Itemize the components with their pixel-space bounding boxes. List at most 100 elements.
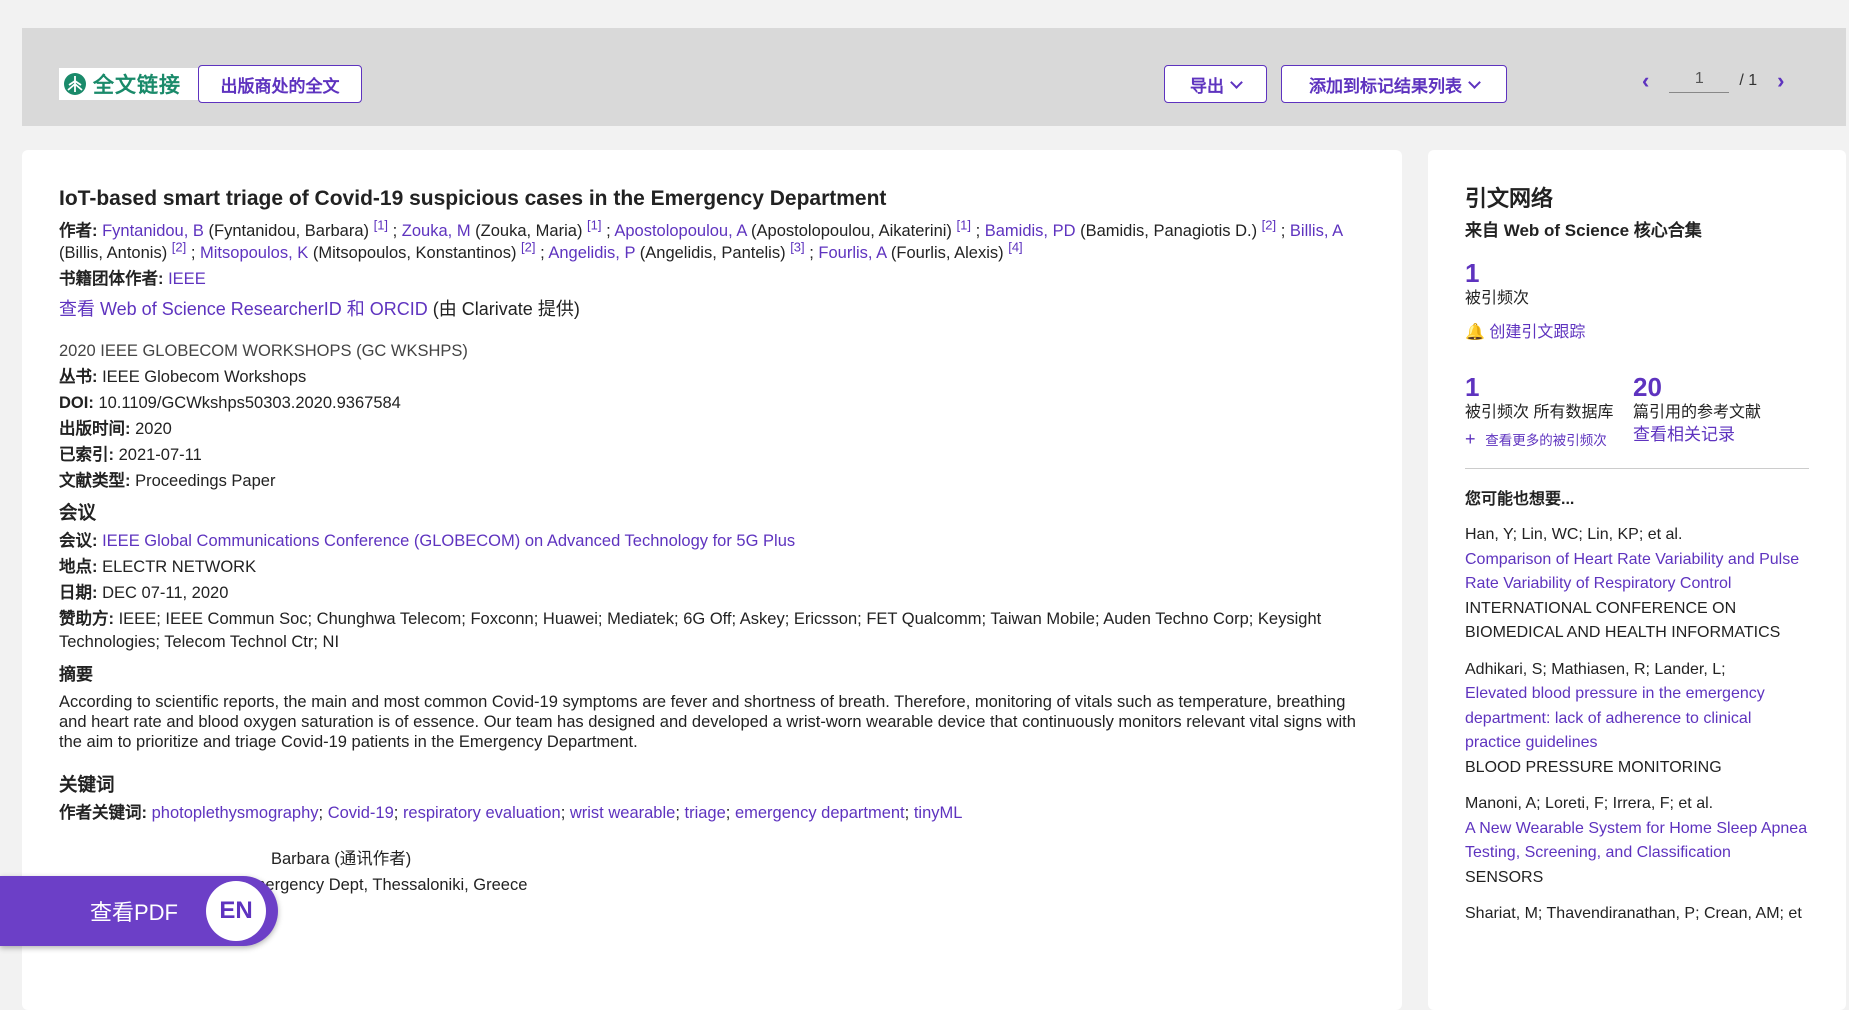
keyword-link[interactable]: triage — [685, 804, 726, 822]
sponsor-label: 赞助方: — [59, 610, 114, 628]
record-source: INTERNATIONAL CONFERENCE ON BIOMEDICAL A… — [1465, 599, 1781, 642]
group-author-row: 书籍团体作者: IEEE — [59, 268, 1369, 290]
next-page-icon[interactable]: › — [1777, 68, 1784, 94]
you-may-also-like-heading: 您可能也想要... — [1465, 491, 1575, 508]
author-full-name: (Bamidis, Panagiotis D.) — [1075, 222, 1262, 240]
author-affiliation-ref[interactable]: [2] — [1262, 218, 1276, 233]
view-pdf-button[interactable]: 查看PDF EN — [0, 876, 278, 946]
record-authors: Adhikari, S; Mathiasen, R; Lander, L; — [1465, 660, 1726, 678]
article-title: IoT-based smart triage of Covid-19 suspi… — [59, 187, 887, 210]
page-total: / 1 — [1739, 72, 1758, 89]
author-full-name: (Billis, Antonis) — [59, 244, 172, 262]
add-to-marked-list-label: 添加到标记结果列表 — [1309, 76, 1462, 96]
author-link[interactable]: Mitsopoulos, K — [195, 244, 308, 262]
separator: ; — [535, 244, 545, 262]
indexed-value: 2021-07-11 — [118, 446, 202, 464]
separator: ; — [1276, 222, 1286, 240]
keyword-link[interactable]: emergency department — [735, 804, 905, 822]
view-more-cited-label: 查看更多的被引频次 — [1485, 433, 1607, 448]
cited-references-count[interactable]: 20 — [1633, 372, 1761, 402]
location-label: 地点: — [59, 558, 98, 576]
author-affiliation-ref[interactable]: [2] — [172, 240, 186, 255]
pagination: ‹ 1 / 1 › — [1642, 68, 1784, 94]
record-authors: Shariat, M; Thavendiranathan, P; Crean, … — [1465, 905, 1802, 922]
record-title-link[interactable]: Comparison of Heart Rate Variability and… — [1465, 548, 1809, 597]
author-link[interactable]: Bamidis, PD — [980, 222, 1076, 240]
author-affiliation-ref[interactable]: [3] — [790, 240, 804, 255]
author-link[interactable]: Fourlis, A — [814, 244, 886, 262]
conference-label: 会议: — [59, 532, 98, 550]
keywords-heading: 关键词 — [59, 774, 115, 795]
location-row: 地点: ELECTR NETWORK — [59, 556, 1369, 578]
fulltext-logo-text: 全文链接 — [93, 74, 181, 97]
authors-row: 作者: Fyntanidou, B (Fyntanidou, Barbara) … — [59, 218, 1369, 264]
export-button[interactable]: 导出 — [1164, 65, 1267, 103]
citation-stats: 1 被引频次 所有数据库 + 查看更多的被引频次 20 篇引用的参考文献 查看相… — [1465, 372, 1809, 452]
separator: ; — [675, 804, 685, 822]
separator: ; — [601, 222, 611, 240]
separator: ; — [560, 804, 570, 822]
group-author-label: 书籍团体作者: — [59, 270, 164, 288]
keywords-list: photoplethysmography; Covid-19; respirat… — [152, 804, 963, 822]
author-link[interactable]: Billis, A — [1285, 222, 1342, 240]
times-cited-label: 被引频次 — [1465, 290, 1530, 307]
researcher-id-note: (由 Clarivate 提供) — [432, 299, 580, 319]
keywords-label: 作者关键词: — [59, 804, 147, 822]
all-db-cited-count[interactable]: 1 — [1465, 372, 1633, 402]
date-row: 日期: DEC 07-11, 2020 — [59, 582, 1369, 604]
record-title-link[interactable]: Elevated blood pressure in the emergency… — [1465, 682, 1809, 756]
language-toggle-button[interactable]: EN — [206, 881, 266, 941]
keyword-link[interactable]: Covid-19 — [328, 804, 394, 822]
recommended-record: Han, Y; Lin, WC; Lin, KP; et al. Comparis… — [1465, 523, 1809, 646]
record-authors: Manoni, A; Loreti, F; Irrera, F; et al. — [1465, 795, 1714, 812]
create-citation-alert[interactable]: 🔔 创建引文跟踪 — [1465, 322, 1809, 344]
view-related-records-link[interactable]: 查看相关记录 — [1633, 425, 1735, 444]
record-source: BLOOD PRESSURE MONITORING — [1465, 758, 1722, 776]
conference-row: 会议: IEEE Global Communications Conferenc… — [59, 530, 1369, 552]
separator: ; — [904, 804, 914, 822]
author-link[interactable]: Fyntanidou, B — [102, 222, 204, 240]
author-affiliation-ref[interactable]: [4] — [1008, 240, 1022, 255]
author-link[interactable]: Angelidis, P — [545, 244, 635, 262]
keyword-link[interactable]: wrist wearable — [570, 804, 675, 822]
keyword-link[interactable]: tinyML — [914, 804, 963, 822]
keywords-row: 作者关键词: photoplethysmography; Covid-19; r… — [59, 802, 1369, 824]
page-number-input[interactable]: 1 — [1669, 70, 1730, 93]
group-author-link[interactable]: IEEE — [168, 270, 206, 288]
abstract-heading: 摘要 — [59, 665, 93, 684]
doi-row: DOI: 10.1109/GCWkshps50303.2020.9367584 — [59, 392, 1369, 414]
publisher-fulltext-label: 出版商处的全文 — [220, 76, 340, 96]
author-affiliation-ref[interactable]: [1] — [957, 218, 971, 233]
author-affiliation-ref[interactable]: [1] — [587, 218, 601, 233]
conference-heading: 会议 — [59, 502, 97, 523]
author-link[interactable]: Zouka, M — [397, 222, 471, 240]
keyword-link[interactable]: photoplethysmography — [152, 804, 319, 822]
series-value: IEEE Globecom Workshops — [102, 368, 307, 386]
bell-icon: 🔔 — [1465, 324, 1485, 341]
publisher-fulltext-button[interactable]: 出版商处的全文 — [198, 65, 362, 103]
add-to-marked-list-button[interactable]: 添加到标记结果列表 — [1281, 65, 1507, 103]
chevron-down-icon — [1468, 75, 1481, 89]
author-affiliation-ref[interactable]: [1] — [374, 218, 388, 233]
keyword-link[interactable]: respiratory evaluation — [403, 804, 561, 822]
author-link[interactable]: Apostolopoulou, A — [611, 222, 746, 240]
previous-page-icon[interactable]: ‹ — [1642, 68, 1649, 94]
researcher-id-row: 查看 Web of Science ResearcherID 和 ORCID (… — [59, 298, 1369, 320]
date-value: DEC 07-11, 2020 — [102, 584, 229, 602]
fulltext-links-logo[interactable]: 全文链接 — [59, 68, 207, 100]
times-cited-count[interactable]: 1 — [1465, 258, 1809, 288]
record-title-link[interactable]: A New Wearable System for Home Sleep Apn… — [1465, 817, 1809, 866]
citation-network-subtitle: 来自 Web of Science 核心合集 — [1465, 221, 1702, 240]
series-label: 丛书: — [59, 368, 98, 386]
citation-network-panel: 引文网络 来自 Web of Science 核心合集 1 被引频次 🔔 创建引… — [1428, 150, 1846, 1010]
corresponding-author: Barbara (通讯作者) — [271, 850, 412, 868]
recommended-record: Adhikari, S; Mathiasen, R; Lander, L; Ele… — [1465, 658, 1809, 781]
researcher-id-link[interactable]: 查看 Web of Science ResearcherID 和 ORCID — [59, 299, 428, 319]
authors-label: 作者: — [59, 222, 98, 240]
conference-link[interactable]: IEEE Global Communications Conference (G… — [102, 532, 795, 550]
view-more-cited[interactable]: + 查看更多的被引频次 — [1465, 428, 1633, 452]
separator: ; — [970, 222, 981, 240]
author-affiliation-ref[interactable]: [2] — [521, 240, 535, 255]
abstract-text: According to scientific reports, the mai… — [59, 693, 1356, 751]
chevron-down-icon — [1230, 75, 1243, 89]
